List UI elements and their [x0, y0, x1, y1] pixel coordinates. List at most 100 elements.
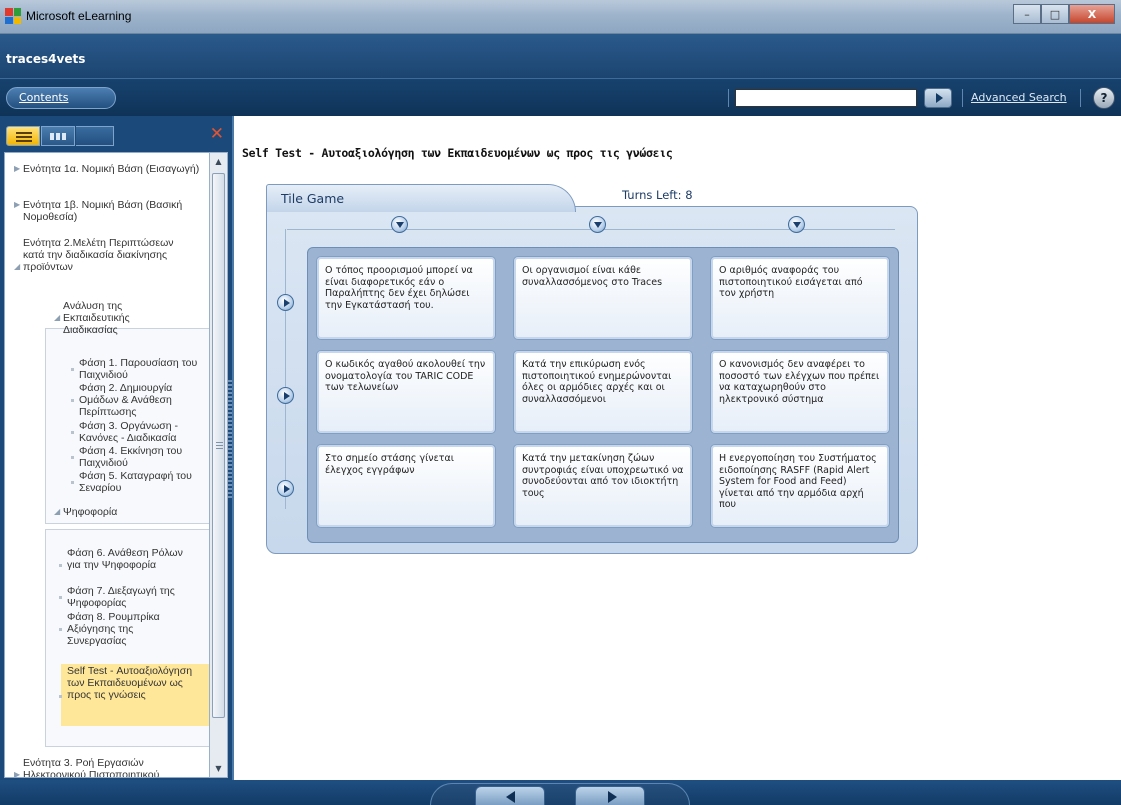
- arrow-left-icon: [506, 791, 515, 803]
- toc-scrollbar[interactable]: ▲ ▼: [209, 152, 228, 778]
- app-header: traces4vets: [0, 34, 1121, 78]
- toolbar-divider: [962, 89, 963, 107]
- expand-arrow-icon: ▶: [14, 770, 21, 778]
- arrow-right-icon: [284, 485, 290, 493]
- minimize-button[interactable]: –: [1013, 4, 1041, 24]
- window-title: Microsoft eLearning: [26, 9, 132, 23]
- row-2-shift-button[interactable]: [277, 387, 294, 404]
- tile[interactable]: Κατά την επικύρωση ενός πιστοποιητικού ε…: [513, 350, 693, 434]
- content-area: Self Test - Αυτοαξιολόγηση των Εκπαιδευο…: [232, 116, 1121, 780]
- bullet-icon: [59, 628, 62, 631]
- tile-game: Ο τόπος προορισμού μπορεί να είναι διαφο…: [266, 184, 918, 554]
- navigation-frame: [430, 783, 690, 805]
- collapse-arrow-icon: ◢: [54, 507, 61, 516]
- tile-game-frame: Ο τόπος προορισμού μπορεί να είναι διαφο…: [266, 206, 918, 554]
- scroll-thumb[interactable]: [212, 173, 225, 718]
- bullet-icon: [59, 564, 62, 567]
- bullet-icon: [71, 456, 74, 459]
- arrow-down-icon: [793, 222, 801, 228]
- arrow-right-icon: [284, 392, 290, 400]
- toc-item[interactable]: Φάση 8. Ρουμπρίκα Αξιόγησης της Συνεργασ…: [59, 611, 187, 647]
- close-panel-icon[interactable]: ✕: [210, 124, 224, 144]
- tile-board: Ο τόπος προορισμού μπορεί να είναι διαφο…: [307, 247, 899, 543]
- scroll-down-arrow-icon[interactable]: ▼: [212, 762, 225, 775]
- play-icon: [935, 93, 943, 103]
- bullet-icon: [59, 596, 62, 599]
- app-logo-icon: [5, 8, 21, 24]
- turns-left-counter: Turns Left: 8: [622, 188, 693, 202]
- grid-icon: [50, 133, 66, 140]
- collapse-arrow-icon: ◢: [14, 262, 21, 271]
- tile[interactable]: Ο τόπος προορισμού μπορεί να είναι διαφο…: [316, 256, 496, 340]
- row-3-shift-button[interactable]: [277, 480, 294, 497]
- table-of-contents: ▶ Ενότητα 1α. Νομική Βάση (Εισαγωγή) ▶ Ενό…: [4, 152, 211, 778]
- window-titlebar: Microsoft eLearning – □ X: [0, 0, 1121, 34]
- tab-strip-end: [76, 126, 114, 146]
- arrow-right-icon: [284, 299, 290, 307]
- toc-item[interactable]: ◢ Ανάλυση της Εκπαιδευτικής Διαδικασίας: [54, 300, 173, 336]
- toc-item[interactable]: Φάση 2. Δημιουργία Ομάδων & Ανάθεση Περί…: [71, 382, 207, 418]
- bullet-icon: [71, 481, 74, 484]
- search-input[interactable]: [735, 89, 917, 107]
- toc-item[interactable]: ▶ Ενότητα 1α. Νομική Βάση (Εισαγωγή): [14, 163, 203, 175]
- game-title: Tile Game: [281, 191, 345, 206]
- help-button[interactable]: ?: [1093, 87, 1115, 109]
- column-1-drop-button[interactable]: [391, 216, 408, 233]
- grid-view-tab[interactable]: [41, 126, 75, 146]
- toc-item[interactable]: ◢ Ενότητα 2.Μελέτη Περιπτώσεων κατά την δ…: [14, 237, 193, 273]
- toolbar-divider: [728, 89, 729, 107]
- arrow-right-icon: [608, 791, 617, 803]
- contents-button[interactable]: Contents: [6, 87, 116, 109]
- list-icon: [16, 132, 32, 142]
- column-3-drop-button[interactable]: [788, 216, 805, 233]
- expand-arrow-icon: ▶: [14, 200, 21, 209]
- tile[interactable]: Οι οργανισμοί είναι κάθε συναλλασσόμενος…: [513, 256, 693, 340]
- next-page-button[interactable]: [575, 786, 645, 805]
- toc-item[interactable]: Φάση 3. Οργάνωση - Κανόνες - Διαδικασία: [71, 420, 207, 444]
- grip-icon: [216, 442, 223, 450]
- expand-arrow-icon: ▶: [14, 164, 21, 173]
- tile[interactable]: Κατά την μετακίνηση ζώων συντροφιάς είνα…: [513, 444, 693, 528]
- toc-item-selected[interactable]: Self Test - Αυτοαξιολόγηση των Εκπαιδευο…: [59, 665, 207, 701]
- maximize-button[interactable]: □: [1041, 4, 1069, 24]
- page-title: Self Test - Αυτοαξιολόγηση των Εκπαιδευο…: [242, 146, 673, 160]
- bullet-icon: [71, 368, 74, 371]
- tile-game-header: Tile Game: [266, 184, 576, 212]
- row-1-shift-button[interactable]: [277, 294, 294, 311]
- tile[interactable]: Η ενεργοποίηση του Συστήματος ειδοποίηση…: [710, 444, 890, 528]
- scroll-up-arrow-icon[interactable]: ▲: [212, 155, 225, 168]
- toc-item[interactable]: Φάση 4. Εκκίνηση του Παιχνιδιού: [71, 445, 207, 469]
- advanced-search-link[interactable]: Advanced Search: [971, 91, 1067, 104]
- page-navigation: [360, 783, 760, 805]
- app-name: traces4vets: [6, 52, 86, 66]
- toc-item[interactable]: ▶ Ενότητα 1β. Νομική Βάση (Βασική Νομοθεσ…: [14, 199, 203, 223]
- tile[interactable]: Ο αριθμός αναφοράς του πιστοποιητικού ει…: [710, 256, 890, 340]
- contents-panel: ✕ ▶ Ενότητα 1α. Νομική Βάση (Εισαγωγή) ▶ Ε…: [0, 116, 232, 780]
- bottom-navigation-bar: [0, 780, 1121, 805]
- tile[interactable]: Ο κανονισμός δεν αναφέρει το ποσοστό των…: [710, 350, 890, 434]
- tile[interactable]: Ο κωδικός αγαθού ακολουθεί την ονοματολο…: [316, 350, 496, 434]
- toc-item[interactable]: Φάση 7. Διεξαγωγή της Ψηφοφορίας: [59, 585, 209, 609]
- search-go-button[interactable]: [924, 88, 952, 108]
- toc-item[interactable]: ▶ Ενότητα 3. Ροή Εργασιών Ηλεκτρονικού Πι…: [14, 757, 195, 777]
- toolbar: Contents Advanced Search ?: [0, 78, 1121, 116]
- arrow-down-icon: [396, 222, 404, 228]
- bullet-icon: [71, 431, 74, 434]
- collapse-arrow-icon: ◢: [54, 313, 61, 322]
- toc-item[interactable]: Φάση 5. Καταγραφή του Σεναρίου: [71, 470, 207, 494]
- toc-item[interactable]: Φάση 6. Ανάθεση Ρόλων για την Ψηφοφορία: [59, 547, 187, 571]
- window-controls: – □ X: [1013, 4, 1115, 24]
- tile[interactable]: Στο σημείο στάσης γίνεται έλεγχος εγγράφ…: [316, 444, 496, 528]
- row-rail: [285, 229, 286, 509]
- toc-item[interactable]: Φάση 1. Παρουσίαση του Παιχνιδιού: [71, 357, 207, 381]
- panel-view-tabs: ✕: [4, 122, 230, 154]
- bullet-icon: [71, 399, 74, 402]
- close-window-button[interactable]: X: [1069, 4, 1115, 24]
- column-2-drop-button[interactable]: [589, 216, 606, 233]
- list-view-tab[interactable]: [6, 126, 40, 146]
- bullet-icon: [59, 695, 62, 698]
- previous-page-button[interactable]: [475, 786, 545, 805]
- toolbar-divider: [1080, 89, 1081, 107]
- arrow-down-icon: [594, 222, 602, 228]
- toc-item[interactable]: ◢ Ψηφοφορία: [54, 506, 191, 518]
